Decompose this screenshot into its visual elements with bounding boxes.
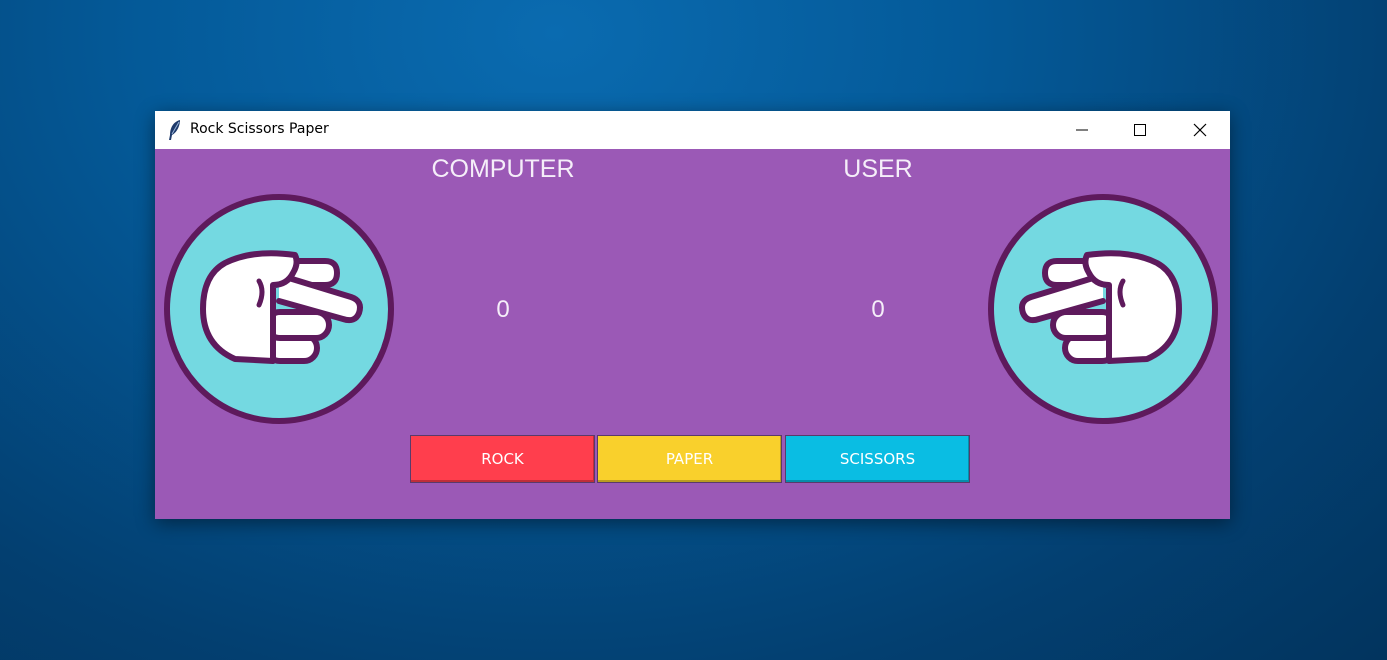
user-label: USER bbox=[843, 155, 913, 183]
maximize-icon bbox=[1134, 124, 1146, 136]
computer-label: COMPUTER bbox=[431, 155, 575, 183]
app-window: Rock Scissors Paper COMPUTER USER 0 0 RO… bbox=[155, 111, 1230, 519]
paper-button[interactable]: PAPER bbox=[597, 435, 782, 483]
maximize-button[interactable] bbox=[1111, 111, 1169, 149]
scissors-hand-icon bbox=[164, 194, 394, 424]
rock-button[interactable]: ROCK bbox=[410, 435, 595, 483]
feather-icon bbox=[167, 119, 183, 141]
close-icon bbox=[1193, 123, 1207, 137]
user-score: 0 bbox=[871, 296, 885, 323]
scissors-hand-icon bbox=[988, 194, 1218, 424]
title-bar[interactable]: Rock Scissors Paper bbox=[155, 111, 1230, 149]
computer-hand-image bbox=[163, 193, 395, 425]
minimize-button[interactable] bbox=[1053, 111, 1111, 149]
computer-score: 0 bbox=[496, 296, 510, 323]
minimize-icon bbox=[1076, 129, 1088, 131]
scissors-button[interactable]: SCISSORS bbox=[785, 435, 970, 483]
close-button[interactable] bbox=[1171, 111, 1229, 149]
game-area: COMPUTER USER 0 0 ROCK PAPER SCISSORS bbox=[155, 149, 1230, 519]
user-hand-image bbox=[987, 193, 1219, 425]
window-title: Rock Scissors Paper bbox=[190, 121, 329, 137]
